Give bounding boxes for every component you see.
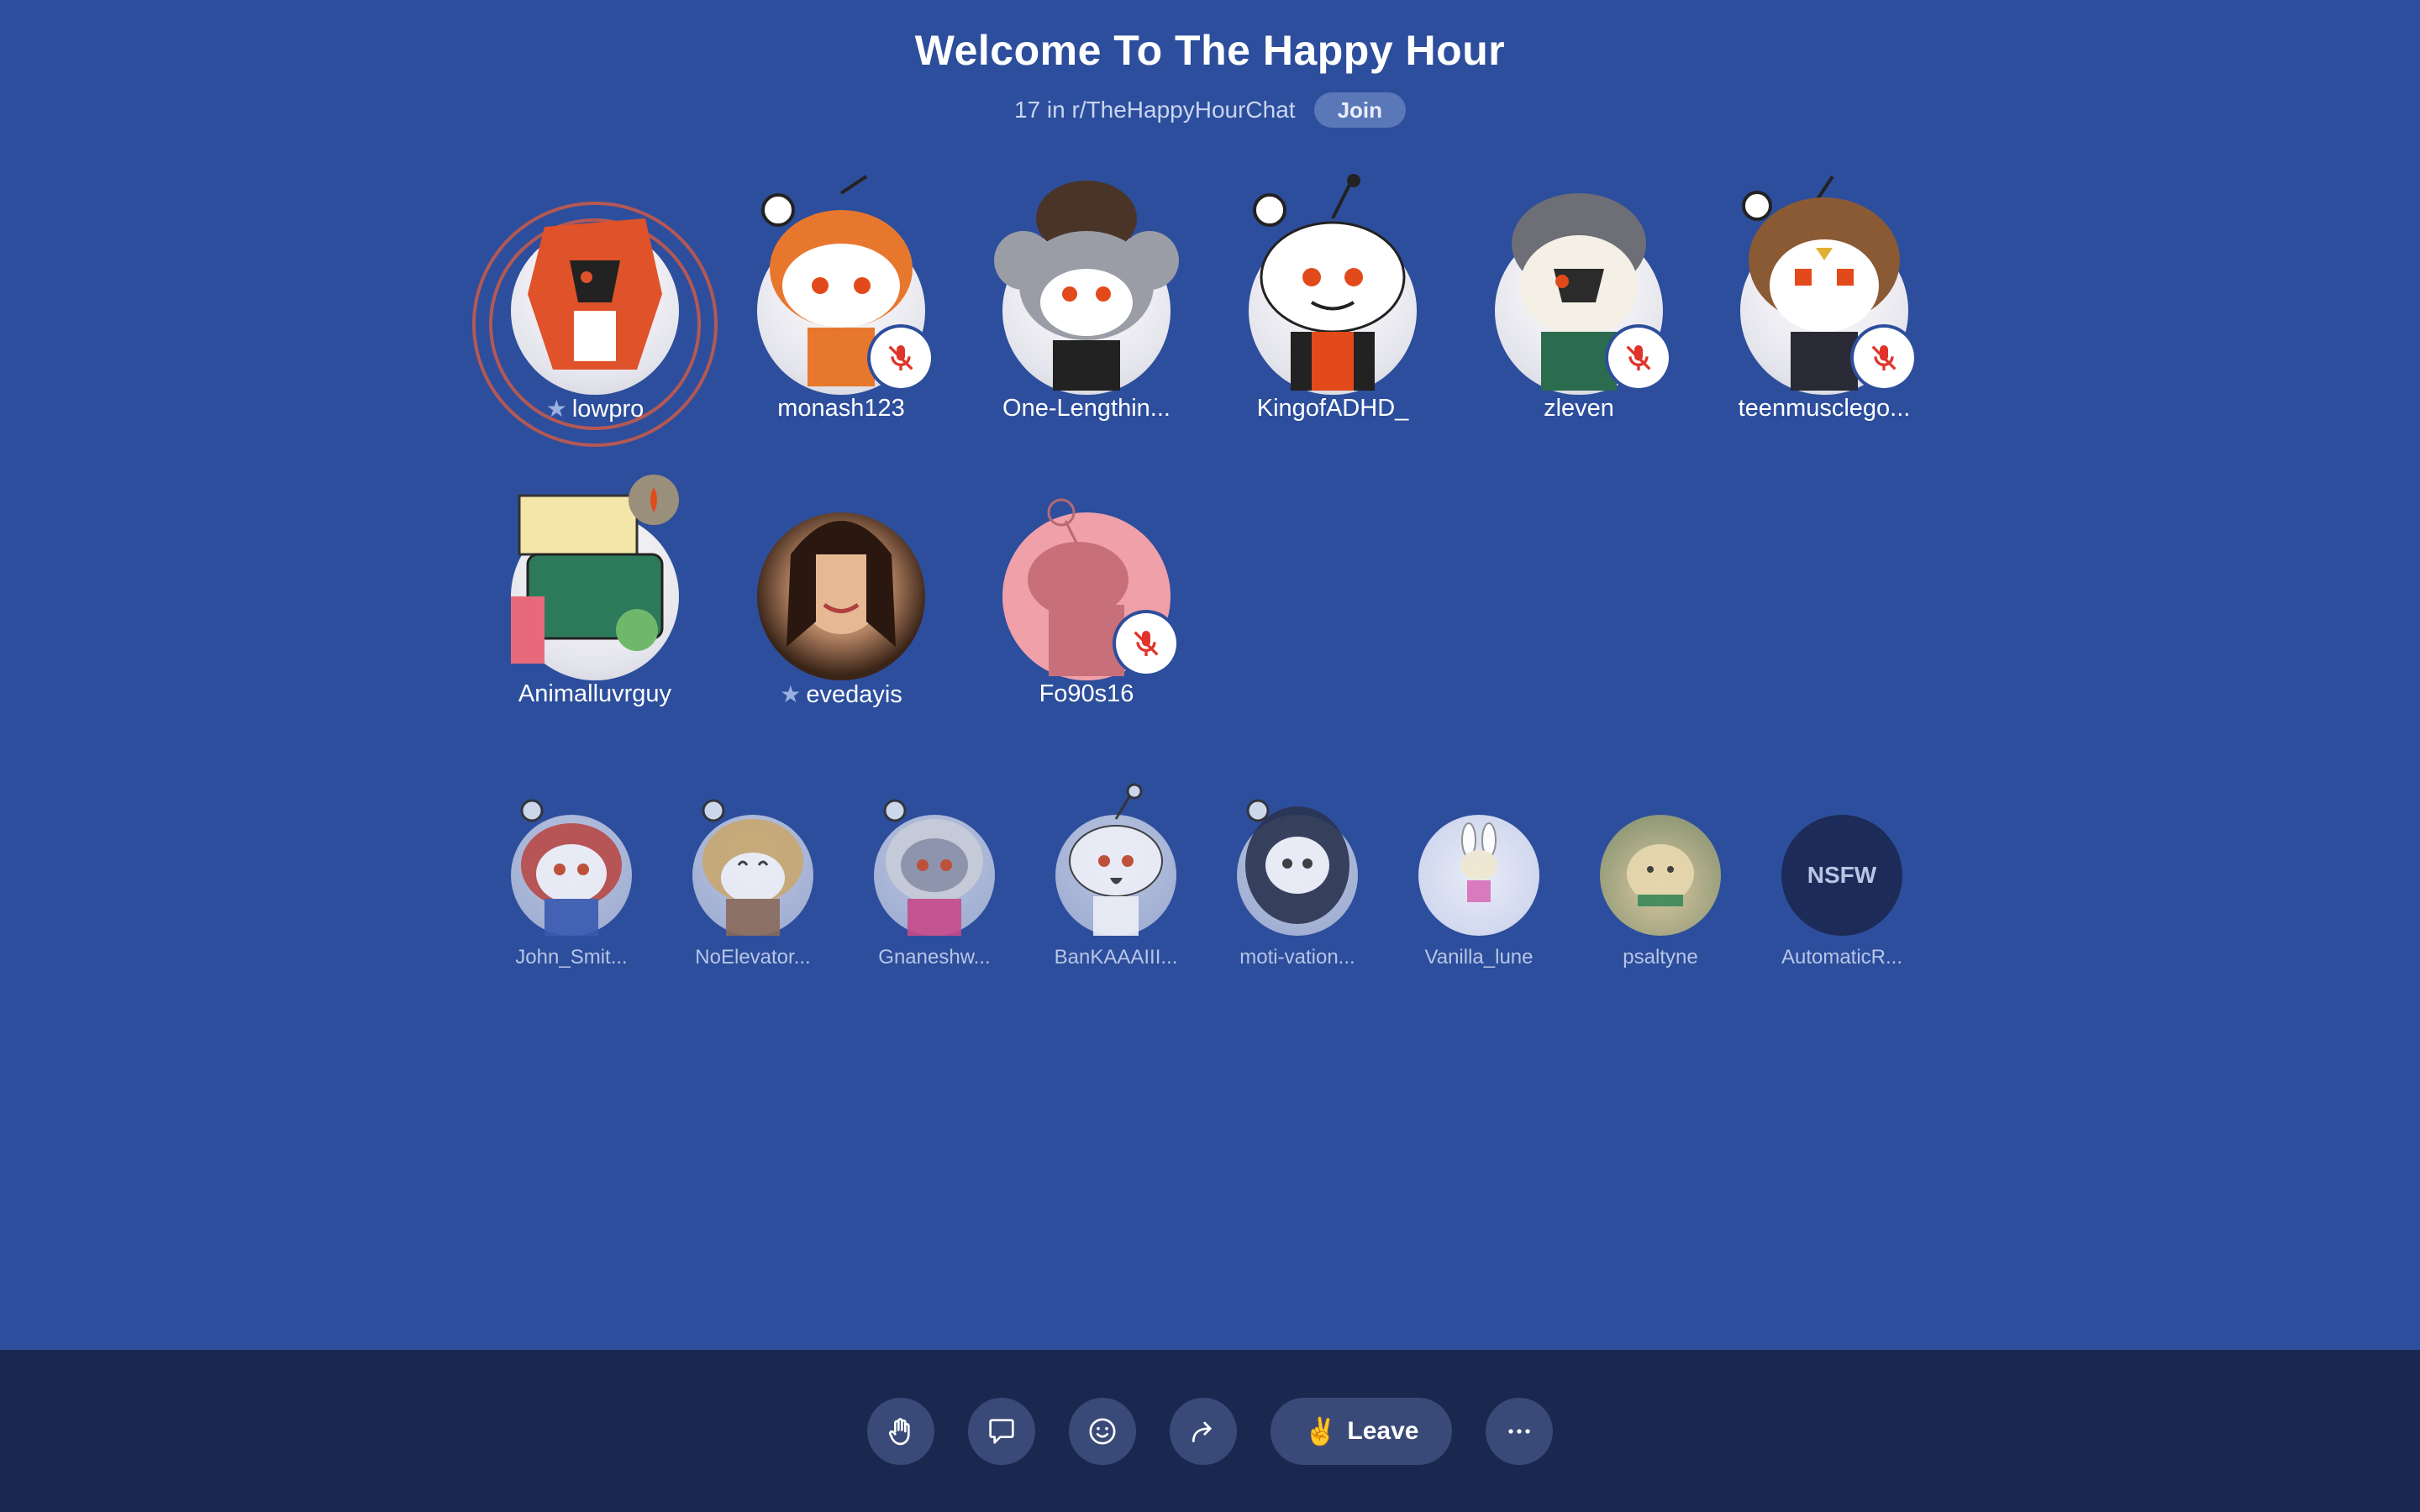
host-star-icon: ★ [545,396,567,422]
speaker-tile[interactable]: monash123 [715,168,967,428]
muted-mic-badge [1116,613,1176,674]
speaker-tile[interactable]: ★ evedayis [715,454,967,714]
more-options-button[interactable] [1486,1397,1554,1465]
listener-tile[interactable]: BanKAAAIII... [1032,781,1200,991]
listener-tile[interactable]: NoElevator... [669,781,837,991]
chat-icon [988,1418,1014,1444]
speaker-name: teenmusclego... [1738,395,1911,422]
listener-name: psaltyne [1623,946,1698,969]
listener-name: NoElevator... [695,946,811,969]
room-title: Welcome To The Happy Hour [914,27,1506,74]
speaker-tile[interactable]: teenmusclego... [1698,168,1950,428]
listener-tile[interactable]: John_Smit... [487,781,655,991]
room-header: Welcome To The Happy Hour 17 in r/TheHap… [0,25,2420,128]
mic-off-icon [888,345,913,370]
community-link[interactable]: 17 in r/TheHappyHourChat [1014,97,1296,123]
listener-tile[interactable]: Vanilla_lune [1395,781,1563,991]
join-button[interactable]: Join [1313,92,1407,128]
host-star-icon: ★ [780,681,802,707]
nsfw-avatar: NSFW [1781,815,1902,936]
speaker-tile[interactable]: Animalluvrguy [469,454,721,714]
avatar [511,475,679,680]
avatar [1249,174,1417,395]
listener-tile[interactable]: NSFW AutomaticR... [1758,781,1926,991]
mic-off-icon [1134,631,1159,656]
avatar [874,799,995,936]
room-subrow: 17 in r/TheHappyHourChat Join [0,92,2420,128]
listener-name: moti-vation... [1239,946,1355,969]
emoji-reaction-button[interactable] [1068,1397,1136,1465]
speaker-name-text: evedayis [806,681,902,708]
avatar [511,218,679,395]
listener-name: Gnaneshw... [878,946,991,969]
speaker-tile[interactable]: zleven [1453,168,1705,428]
speaker-name: zleven [1544,395,1614,422]
speaker-name: Fo90s16 [1039,680,1134,707]
avatar [1600,815,1721,936]
listener-tile[interactable]: Gnaneshw... [850,781,1018,991]
bottom-control-bar: ✌ Leave [0,1350,2420,1512]
avatar [757,512,925,680]
speaker-name-text: lowpro [571,396,644,423]
leave-button[interactable]: ✌ Leave [1270,1397,1453,1465]
muted-mic-badge [1608,328,1669,388]
peace-hand-icon: ✌ [1303,1415,1338,1446]
listener-tile[interactable]: moti-vation... [1213,781,1381,991]
raise-hand-icon [888,1417,910,1445]
avatar [692,799,813,936]
speaker-name: monash123 [777,395,905,422]
muted-mic-badge [1854,328,1914,388]
more-icon [1508,1428,1531,1434]
listener-name: John_Smit... [515,946,628,969]
speaker-name: ★ lowpro [469,395,721,423]
speaker-tile[interactable]: One-Lengthin... [960,168,1213,428]
emoji-icon [1089,1418,1116,1444]
mic-off-icon [1626,345,1651,370]
chat-button[interactable] [967,1397,1035,1465]
speaker-name: ★ evedayis [715,680,967,709]
avatar [994,181,1179,395]
raise-hand-button[interactable] [866,1397,934,1465]
listener-name: Vanilla_lune [1424,946,1534,969]
avatar [1418,815,1539,936]
leave-label: Leave [1347,1416,1419,1445]
avatar [1055,783,1176,936]
listener-tile[interactable]: psaltyne [1576,781,1744,991]
avatar [1237,799,1358,936]
speaker-tile[interactable]: Fo90s16 [960,454,1213,714]
muted-mic-badge [871,328,931,388]
mic-off-icon [1871,345,1897,370]
share-button[interactable] [1169,1397,1237,1465]
speaker-name: One-Lengthin... [1002,395,1171,422]
listener-name: AutomaticR... [1781,946,1903,969]
avatar [511,799,632,936]
speaker-name: KingofADHD_ [1256,395,1409,422]
share-icon [1192,1421,1212,1442]
speaker-tile[interactable]: ★ lowpro [469,168,721,447]
speaker-tile[interactable]: KingofADHD_ [1207,168,1459,428]
speaker-name: Animalluvrguy [518,680,672,707]
listener-name: BanKAAAIII... [1054,946,1178,969]
